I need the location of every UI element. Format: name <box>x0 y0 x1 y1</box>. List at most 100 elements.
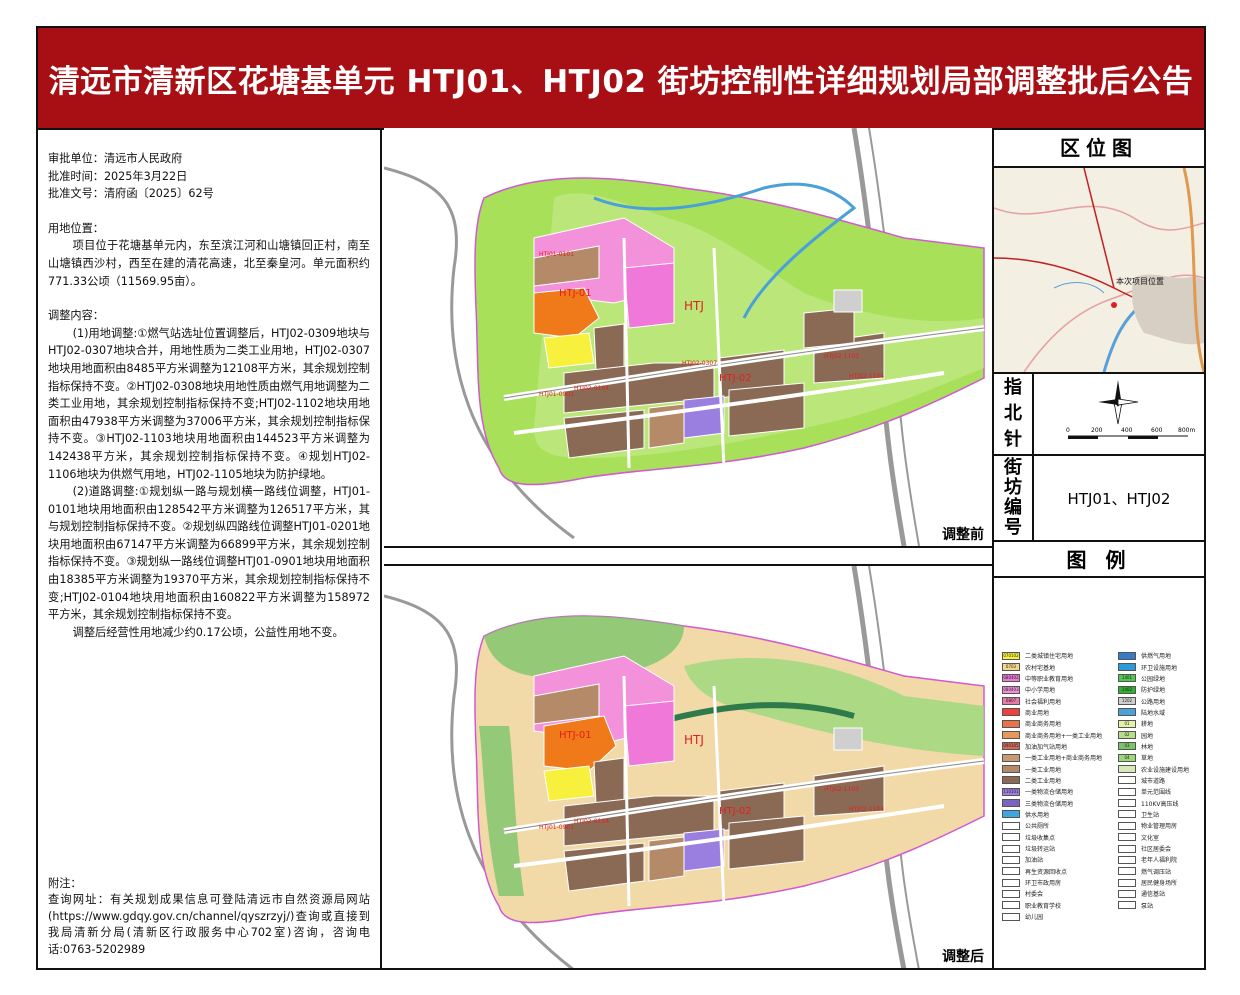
scale-tick-200: 200 <box>1091 427 1103 434</box>
legend-item: 环卫市政用房 <box>1002 877 1102 888</box>
legend-label: 中小学用地 <box>1025 687 1056 695</box>
legend-label: 公路用地 <box>1141 698 1166 706</box>
legend-swatch <box>1002 753 1020 762</box>
map-before: HTJ HTJ-01 HTJ-02 HTJ01-0101 HTJ02-0307 … <box>384 128 992 548</box>
legend-label: 公园绿地 <box>1141 675 1166 683</box>
map-before-canvas: HTJ HTJ-01 HTJ-02 HTJ01-0101 HTJ02-0307 … <box>384 128 985 546</box>
legend-swatch <box>1002 821 1020 830</box>
north-arrow-icon: 0 200 400 600 800m <box>1066 380 1195 439</box>
legend-swatch <box>1002 901 1020 910</box>
legend-label: 耕地 <box>1141 721 1154 729</box>
block-code-row: 街 坊 编 号 HTJ01、HTJ02 <box>994 456 1204 542</box>
legend-swatch: 1401 <box>1118 674 1136 683</box>
map-after-parcel-0901: HTJ01-0901 <box>539 824 574 831</box>
legend-item: 公共厕所 <box>1002 820 1102 831</box>
legend-label: 单元范围线 <box>1141 789 1172 797</box>
legend-label: 商业商务用地 <box>1025 721 1062 729</box>
legend-label: 一类工业用地+商业商务用地 <box>1025 755 1103 763</box>
scale-tick-0: 0 <box>1066 427 1070 434</box>
legend-swatch <box>1002 776 1020 785</box>
legend-item: 090105 加油加气站用地 <box>1002 741 1102 752</box>
legend-swatch <box>1118 901 1136 910</box>
legend-item: 商业商务用地+一类工业用地 <box>1002 729 1102 740</box>
legend-label: 再生资源回收点 <box>1025 868 1068 876</box>
legend-item: 幼儿园 <box>1002 911 1102 922</box>
legend-label: 居民健身场所 <box>1141 880 1178 888</box>
legend-item: 商业用地 <box>1002 707 1102 718</box>
adjust-road-text: (2)道路调整:①规划纵一路与规划横一路线位调整，HTJ01-0101地块用地面… <box>48 485 370 622</box>
approval-unit: 审批单位：清远市人民政府 <box>48 152 183 165</box>
map-after-caption: 调整后 <box>940 946 986 966</box>
legend-label: 城市道路 <box>1141 777 1166 785</box>
legend-label: 燃气调压站 <box>1141 868 1172 876</box>
legend-item: 老年人福利院 <box>1118 854 1189 865</box>
legend-swatch <box>1118 833 1136 842</box>
approval-doc: 批准文号：清府函〔2025〕62号 <box>48 187 214 201</box>
legend-label: 老年人福利院 <box>1141 857 1178 865</box>
legend-item: 卫生站 <box>1118 809 1189 820</box>
map-before-htj-label: HTJ <box>684 299 704 313</box>
legend-item: 泵站 <box>1118 900 1189 911</box>
legend-item: 商业商务用地 <box>1002 718 1102 729</box>
legend-swatch <box>1002 889 1020 898</box>
legend-swatch <box>1002 844 1020 853</box>
map-before-caption: 调整前 <box>940 524 986 544</box>
map-after-parcel-0104: HTJ02-0104 <box>574 818 609 825</box>
map-after-parcel-1103: HTJ02-1103 <box>824 786 859 793</box>
legend-swatch <box>1002 731 1020 740</box>
legend-item: 单元范围线 <box>1118 786 1189 797</box>
legend-label: 环卫设施用地 <box>1141 664 1178 672</box>
legend-swatch <box>1118 799 1136 808</box>
legend-item: 01 耕地 <box>1118 718 1189 729</box>
map-after: HTJ HTJ-01 HTJ-02 HTJ02-1103 HTJ02-1104 … <box>384 564 992 968</box>
legend-item: 0807 社会福利用地 <box>1002 695 1102 706</box>
legend-swatch <box>1118 708 1136 717</box>
legend-label: 物业管理用房 <box>1141 823 1178 831</box>
legend-swatch <box>1002 867 1020 876</box>
map-after-htj-label: HTJ <box>684 733 704 747</box>
legend-item: 070102 二类城镇住宅用地 <box>1002 650 1102 661</box>
legend-title: 图 例 <box>994 542 1204 578</box>
map-after-canvas: HTJ HTJ-01 HTJ-02 HTJ02-1103 HTJ02-1104 … <box>384 566 985 968</box>
map-before-parcel-1104: HTJ02-1104 <box>849 373 884 380</box>
legend-label: 一类工业用地 <box>1025 766 1062 774</box>
legend-item: 供水用地 <box>1002 809 1102 820</box>
legend-label: 林地 <box>1141 743 1154 751</box>
legend-swatch: 080402 <box>1002 674 1020 683</box>
legend-label: 环卫市政用房 <box>1025 880 1062 888</box>
legend-label: 泵站 <box>1141 902 1154 910</box>
location-text: 项目位于花塘基单元内，东至滨江河和山塘镇回正村，南至山塘镇西沙村，西至在建的清花… <box>48 239 370 288</box>
legend-item: 燃气调压站 <box>1118 866 1189 877</box>
legend-item: 080402 中等职业教育用地 <box>1002 673 1102 684</box>
legend-swatch: 1202 <box>1118 697 1136 706</box>
legend-label: 一类物流仓储用地 <box>1025 789 1074 797</box>
legend-item: 加油站 <box>1002 854 1102 865</box>
legend-label: 职业教育学校 <box>1025 902 1062 910</box>
legend-label: 防护绿地 <box>1141 687 1166 695</box>
legend-item: 110KV高压线 <box>1118 797 1189 808</box>
legend-swatch <box>1118 651 1136 660</box>
legend-label: 社区居委会 <box>1141 846 1172 854</box>
legend-item: 环卫设施用地 <box>1118 661 1189 672</box>
legend-swatch <box>1118 821 1136 830</box>
location-heading: 用地位置： <box>48 221 104 235</box>
legend-item: 02 园地 <box>1118 729 1189 740</box>
legend-swatch <box>1118 776 1136 785</box>
legend-item: 0703 农村宅基地 <box>1002 661 1102 672</box>
legend-swatch <box>1118 855 1136 864</box>
legend-label: 三类物流仓储用地 <box>1025 800 1074 808</box>
location-map: 本次项目位置 <box>994 168 1204 374</box>
legend-label: 商业用地 <box>1025 709 1050 717</box>
title-banner: 清远市清新区花塘基单元 HTJ01、HTJ02 街坊控制性详细规划局部调整批后公… <box>38 28 1204 130</box>
legend-swatch <box>1002 708 1020 717</box>
legend-swatch <box>1002 799 1020 808</box>
north-label: 指 北 针 <box>994 374 1034 454</box>
legend-label: 农村宅基地 <box>1025 664 1056 672</box>
location-map-canvas: 本次项目位置 <box>994 168 1204 372</box>
legend-item: 三类物流仓储用地 <box>1002 797 1102 808</box>
legend-item: 村委会 <box>1002 888 1102 899</box>
map-before-parcel-0104: HTJ02-0104 <box>574 385 609 392</box>
map-before-parcel-0901: HTJ01-0901 <box>539 391 574 398</box>
legend-item: 职业教育学校 <box>1002 900 1102 911</box>
legend-item: 文化室 <box>1118 832 1189 843</box>
